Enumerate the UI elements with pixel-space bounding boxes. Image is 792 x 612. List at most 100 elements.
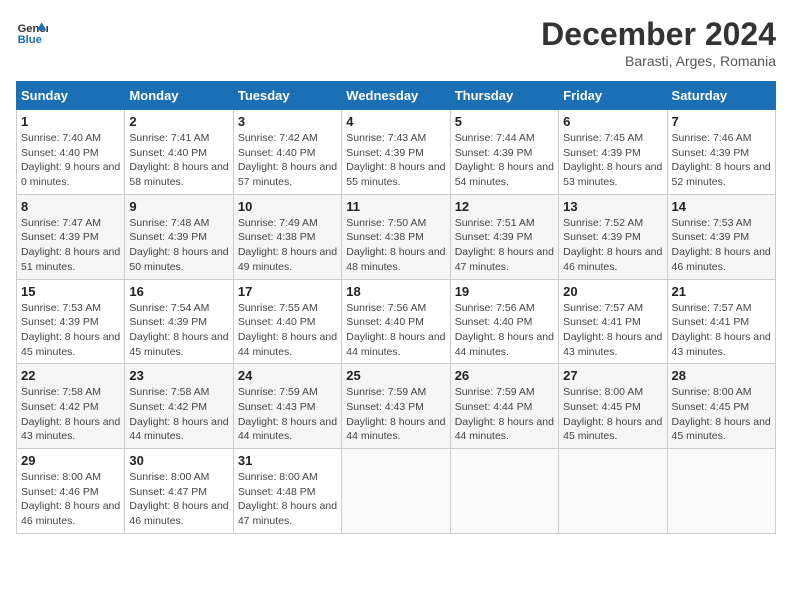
day-number: 28 bbox=[672, 368, 771, 383]
day-number: 25 bbox=[346, 368, 445, 383]
calendar-week-4: 22 Sunrise: 7:58 AMSunset: 4:42 PMDayligh… bbox=[17, 364, 776, 449]
calendar-cell: 11 Sunrise: 7:50 AMSunset: 4:38 PMDayligh… bbox=[342, 194, 450, 279]
day-number: 11 bbox=[346, 199, 445, 214]
calendar-cell: 7 Sunrise: 7:46 AMSunset: 4:39 PMDaylight… bbox=[667, 110, 775, 195]
day-number: 27 bbox=[563, 368, 662, 383]
day-info: Sunrise: 7:42 AMSunset: 4:40 PMDaylight:… bbox=[238, 131, 337, 190]
day-number: 8 bbox=[21, 199, 120, 214]
day-number: 31 bbox=[238, 453, 337, 468]
logo-icon: General Blue bbox=[16, 16, 48, 48]
calendar-cell: 21 Sunrise: 7:57 AMSunset: 4:41 PMDayligh… bbox=[667, 279, 775, 364]
calendar-cell: 31Sunrise: 8:00 AMSunset: 4:48 PMDayligh… bbox=[233, 449, 341, 534]
day-number: 23 bbox=[129, 368, 228, 383]
calendar-week-3: 15 Sunrise: 7:53 AMSunset: 4:39 PMDayligh… bbox=[17, 279, 776, 364]
calendar-cell: 22 Sunrise: 7:58 AMSunset: 4:42 PMDayligh… bbox=[17, 364, 125, 449]
calendar-cell: 16Sunrise: 7:54 AMSunset: 4:39 PMDayligh… bbox=[125, 279, 233, 364]
calendar-cell: 26Sunrise: 7:59 AMSunset: 4:44 PMDayligh… bbox=[450, 364, 558, 449]
calendar-cell: 29 Sunrise: 8:00 AMSunset: 4:46 PMDayligh… bbox=[17, 449, 125, 534]
day-header-monday: Monday bbox=[125, 82, 233, 110]
day-number: 21 bbox=[672, 284, 771, 299]
calendar-cell: 27 Sunrise: 8:00 AMSunset: 4:45 PMDayligh… bbox=[559, 364, 667, 449]
calendar-cell bbox=[667, 449, 775, 534]
day-info: Sunrise: 7:40 AMSunset: 4:40 PMDaylight:… bbox=[21, 131, 120, 190]
calendar-cell: 5 Sunrise: 7:44 AMSunset: 4:39 PMDaylight… bbox=[450, 110, 558, 195]
day-number: 4 bbox=[346, 114, 445, 129]
calendar-cell: 25 Sunrise: 7:59 AMSunset: 4:43 PMDayligh… bbox=[342, 364, 450, 449]
day-number: 26 bbox=[455, 368, 554, 383]
calendar-cell: 3Sunrise: 7:42 AMSunset: 4:40 PMDaylight… bbox=[233, 110, 341, 195]
calendar-body: 1 Sunrise: 7:40 AMSunset: 4:40 PMDaylight… bbox=[17, 110, 776, 534]
svg-text:Blue: Blue bbox=[18, 34, 42, 46]
calendar-cell: 28Sunrise: 8:00 AMSunset: 4:45 PMDayligh… bbox=[667, 364, 775, 449]
location-subtitle: Barasti, Arges, Romania bbox=[541, 53, 776, 69]
day-header-sunday: Sunday bbox=[17, 82, 125, 110]
day-info: Sunrise: 7:57 AMSunset: 4:41 PMDaylight:… bbox=[672, 301, 771, 360]
day-number: 2 bbox=[129, 114, 228, 129]
day-info: Sunrise: 7:47 AMSunset: 4:39 PMDaylight:… bbox=[21, 216, 120, 275]
calendar-cell: 9Sunrise: 7:48 AMSunset: 4:39 PMDaylight… bbox=[125, 194, 233, 279]
day-number: 16 bbox=[129, 284, 228, 299]
day-header-friday: Friday bbox=[559, 82, 667, 110]
day-number: 22 bbox=[21, 368, 120, 383]
day-info: Sunrise: 7:43 AMSunset: 4:39 PMDaylight:… bbox=[346, 131, 445, 190]
calendar-table: SundayMondayTuesdayWednesdayThursdayFrid… bbox=[16, 81, 776, 534]
day-info: Sunrise: 8:00 AMSunset: 4:45 PMDaylight:… bbox=[563, 385, 662, 444]
calendar-cell: 2 Sunrise: 7:41 AMSunset: 4:40 PMDaylight… bbox=[125, 110, 233, 195]
month-title: December 2024 bbox=[541, 16, 776, 53]
day-info: Sunrise: 7:59 AMSunset: 4:43 PMDaylight:… bbox=[238, 385, 337, 444]
calendar-cell: 19 Sunrise: 7:56 AMSunset: 4:40 PMDayligh… bbox=[450, 279, 558, 364]
page-header: General Blue December 2024 Barasti, Arge… bbox=[16, 16, 776, 69]
day-info: Sunrise: 7:53 AMSunset: 4:39 PMDaylight:… bbox=[21, 301, 120, 360]
logo: General Blue bbox=[16, 16, 48, 48]
day-info: Sunrise: 7:48 AMSunset: 4:39 PMDaylight:… bbox=[129, 216, 228, 275]
day-info: Sunrise: 8:00 AMSunset: 4:46 PMDaylight:… bbox=[21, 470, 120, 529]
day-info: Sunrise: 7:44 AMSunset: 4:39 PMDaylight:… bbox=[455, 131, 554, 190]
day-number: 19 bbox=[455, 284, 554, 299]
day-info: Sunrise: 7:59 AMSunset: 4:43 PMDaylight:… bbox=[346, 385, 445, 444]
calendar-cell: 8 Sunrise: 7:47 AMSunset: 4:39 PMDaylight… bbox=[17, 194, 125, 279]
calendar-cell bbox=[559, 449, 667, 534]
day-info: Sunrise: 7:46 AMSunset: 4:39 PMDaylight:… bbox=[672, 131, 771, 190]
calendar-cell: 23Sunrise: 7:58 AMSunset: 4:42 PMDayligh… bbox=[125, 364, 233, 449]
title-block: December 2024 Barasti, Arges, Romania bbox=[541, 16, 776, 69]
day-number: 10 bbox=[238, 199, 337, 214]
day-number: 17 bbox=[238, 284, 337, 299]
day-info: Sunrise: 8:00 AMSunset: 4:47 PMDaylight:… bbox=[129, 470, 228, 529]
calendar-cell: 17 Sunrise: 7:55 AMSunset: 4:40 PMDayligh… bbox=[233, 279, 341, 364]
day-number: 20 bbox=[563, 284, 662, 299]
day-number: 12 bbox=[455, 199, 554, 214]
day-number: 15 bbox=[21, 284, 120, 299]
day-number: 29 bbox=[21, 453, 120, 468]
calendar-cell: 1 Sunrise: 7:40 AMSunset: 4:40 PMDaylight… bbox=[17, 110, 125, 195]
day-number: 7 bbox=[672, 114, 771, 129]
calendar-cell: 6Sunrise: 7:45 AMSunset: 4:39 PMDaylight… bbox=[559, 110, 667, 195]
calendar-cell: 14Sunrise: 7:53 AMSunset: 4:39 PMDayligh… bbox=[667, 194, 775, 279]
calendar-week-2: 8 Sunrise: 7:47 AMSunset: 4:39 PMDaylight… bbox=[17, 194, 776, 279]
day-info: Sunrise: 7:50 AMSunset: 4:38 PMDaylight:… bbox=[346, 216, 445, 275]
calendar-cell: 10 Sunrise: 7:49 AMSunset: 4:38 PMDayligh… bbox=[233, 194, 341, 279]
day-info: Sunrise: 7:58 AMSunset: 4:42 PMDaylight:… bbox=[21, 385, 120, 444]
day-header-saturday: Saturday bbox=[667, 82, 775, 110]
calendar-cell: 20Sunrise: 7:57 AMSunset: 4:41 PMDayligh… bbox=[559, 279, 667, 364]
day-header-wednesday: Wednesday bbox=[342, 82, 450, 110]
day-info: Sunrise: 7:56 AMSunset: 4:40 PMDaylight:… bbox=[455, 301, 554, 360]
day-info: Sunrise: 7:53 AMSunset: 4:39 PMDaylight:… bbox=[672, 216, 771, 275]
day-info: Sunrise: 7:56 AMSunset: 4:40 PMDaylight:… bbox=[346, 301, 445, 360]
calendar-cell: 13Sunrise: 7:52 AMSunset: 4:39 PMDayligh… bbox=[559, 194, 667, 279]
calendar-cell bbox=[342, 449, 450, 534]
day-info: Sunrise: 7:41 AMSunset: 4:40 PMDaylight:… bbox=[129, 131, 228, 190]
day-info: Sunrise: 7:55 AMSunset: 4:40 PMDaylight:… bbox=[238, 301, 337, 360]
header-row: SundayMondayTuesdayWednesdayThursdayFrid… bbox=[17, 82, 776, 110]
day-header-tuesday: Tuesday bbox=[233, 82, 341, 110]
day-number: 1 bbox=[21, 114, 120, 129]
calendar-header: SundayMondayTuesdayWednesdayThursdayFrid… bbox=[17, 82, 776, 110]
day-number: 5 bbox=[455, 114, 554, 129]
calendar-cell: 15 Sunrise: 7:53 AMSunset: 4:39 PMDayligh… bbox=[17, 279, 125, 364]
day-number: 30 bbox=[129, 453, 228, 468]
day-info: Sunrise: 7:49 AMSunset: 4:38 PMDaylight:… bbox=[238, 216, 337, 275]
calendar-cell bbox=[450, 449, 558, 534]
day-number: 13 bbox=[563, 199, 662, 214]
calendar-week-1: 1 Sunrise: 7:40 AMSunset: 4:40 PMDaylight… bbox=[17, 110, 776, 195]
day-number: 6 bbox=[563, 114, 662, 129]
calendar-cell: 12Sunrise: 7:51 AMSunset: 4:39 PMDayligh… bbox=[450, 194, 558, 279]
